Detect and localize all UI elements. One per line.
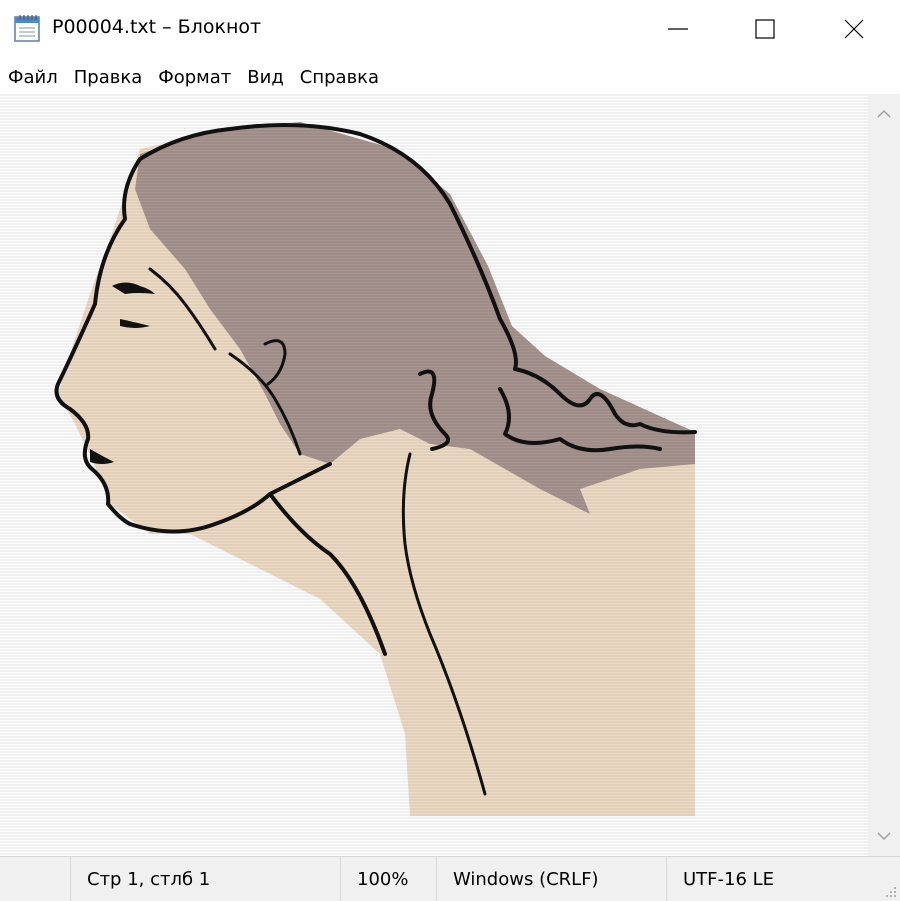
menu-view[interactable]: Вид: [239, 67, 292, 88]
menu-bar: Файл Правка Формат Вид Справка: [0, 62, 900, 92]
scroll-up-icon[interactable]: [876, 106, 892, 122]
status-line-endings: Windows (CRLF): [436, 857, 666, 901]
maximize-icon: [755, 19, 775, 39]
close-button[interactable]: [808, 0, 900, 58]
text-editor[interactable]: [0, 94, 868, 856]
menu-file[interactable]: Файл: [0, 67, 66, 88]
status-position: Стр 1, стлб 1: [70, 857, 340, 901]
status-encoding: UTF-16 LE: [666, 857, 900, 901]
menu-help[interactable]: Справка: [292, 67, 387, 88]
resize-grip-icon[interactable]: [884, 885, 898, 899]
menu-format[interactable]: Формат: [150, 67, 239, 88]
close-icon: [844, 19, 864, 39]
vertical-scrollbar[interactable]: [868, 94, 900, 856]
cursor-position: Стр 1, стлб 1: [87, 868, 211, 890]
encoding: UTF-16 LE: [683, 868, 775, 890]
menu-edit[interactable]: Правка: [66, 67, 151, 88]
title-bar[interactable]: P00004.txt – Блокнот: [0, 0, 900, 58]
maximize-button[interactable]: [719, 0, 811, 58]
line-endings: Windows (CRLF): [453, 868, 599, 890]
window-title: P00004.txt – Блокнот: [52, 16, 262, 38]
status-bar: Стр 1, стлб 1 100% Windows (CRLF) UTF-16…: [0, 856, 900, 901]
ascii-art-portrait: [0, 94, 868, 856]
minimize-icon: [668, 28, 688, 30]
minimize-button[interactable]: [632, 0, 724, 58]
status-zoom: 100%: [340, 857, 436, 901]
scroll-down-icon[interactable]: [876, 828, 892, 844]
zoom-level: 100%: [357, 868, 409, 890]
notepad-icon: [14, 15, 40, 42]
